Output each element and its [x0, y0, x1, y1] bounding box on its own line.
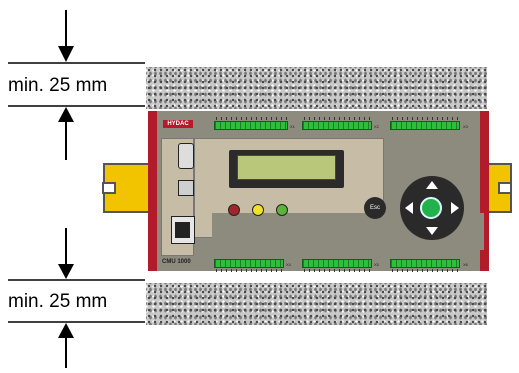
usb-mini-port — [178, 143, 194, 169]
ok-button[interactable] — [420, 197, 442, 219]
terminal-pins-bottom-2 — [304, 269, 370, 272]
din-rail-right-slot — [498, 182, 512, 194]
terminal-block-x4 — [214, 259, 284, 268]
terminal-block-x5 — [302, 259, 372, 268]
terminal-block-x1 — [214, 121, 288, 130]
arrow-down-icon — [426, 227, 438, 235]
terminal-label-x4: X4 — [286, 262, 291, 267]
top-clearance-zone — [146, 67, 487, 109]
led-yellow — [252, 204, 264, 216]
led-red — [228, 204, 240, 216]
brand-logo: HYDAC — [163, 120, 193, 128]
led-green — [276, 204, 288, 216]
arrow-right-icon — [451, 202, 459, 214]
terminal-label-x2: X2 — [374, 124, 379, 129]
bottom-clearance-zone — [146, 283, 487, 325]
arrow-left-icon — [405, 202, 413, 214]
terminal-label-x5: X5 — [374, 262, 379, 267]
din-rail-left-slot — [102, 182, 116, 194]
terminal-pins-top-3 — [392, 117, 460, 120]
terminal-block-x6 — [390, 259, 460, 268]
terminal-pins-top-1 — [216, 117, 288, 120]
terminal-pins-bottom-3 — [392, 269, 458, 272]
model-label: CMU 1000 — [162, 259, 191, 265]
terminal-pins-bottom-1 — [216, 269, 282, 272]
housing-side-left — [148, 111, 157, 271]
lcd-display — [237, 155, 336, 180]
ethernet-socket — [175, 222, 190, 238]
esc-button[interactable]: Esc — [364, 197, 386, 219]
terminal-label-x6: X6 — [463, 262, 468, 267]
usb-b-port — [178, 180, 194, 196]
terminal-pins-top-2 — [304, 117, 372, 120]
terminal-block-x2 — [302, 121, 372, 130]
arrow-up-icon — [426, 181, 438, 189]
terminal-block-x3 — [390, 121, 460, 130]
bottom-clearance-label: min. 25 mm — [8, 291, 108, 312]
terminal-label-x3: X3 — [463, 124, 468, 129]
terminal-label-x1: X1 — [290, 124, 295, 129]
top-clearance-label: min. 25 mm — [8, 75, 108, 96]
